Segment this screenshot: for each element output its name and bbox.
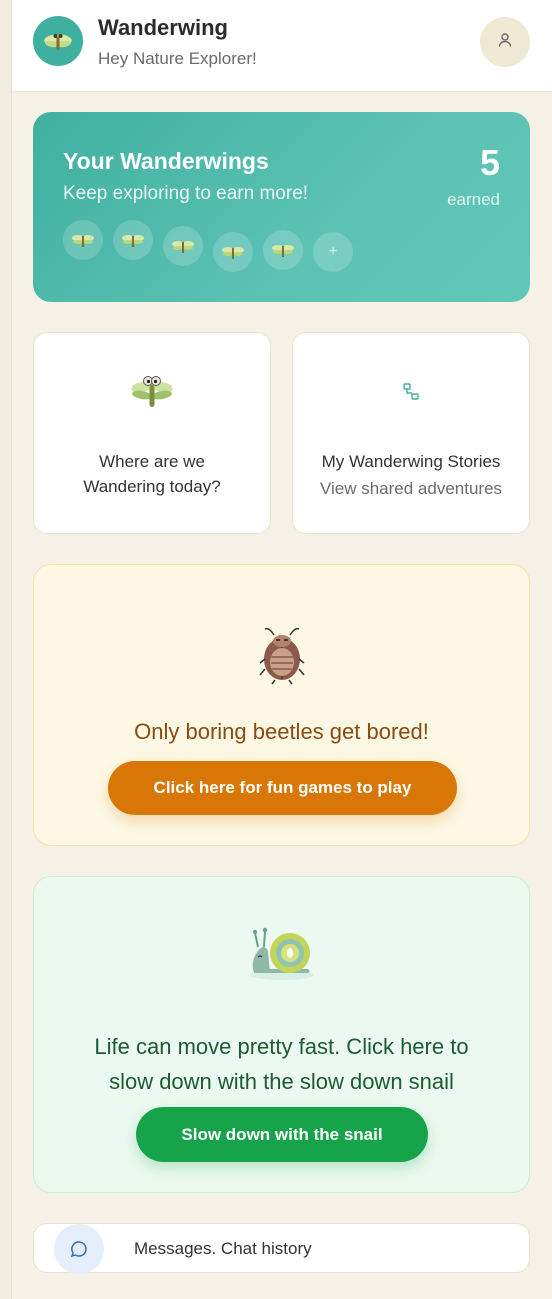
plus-icon: + [328, 243, 338, 260]
add-wanderwing-slot: + [313, 232, 353, 272]
beetle-icon [34, 625, 529, 685]
stories-subtitle: View shared adventures [319, 479, 503, 498]
app-title: Wanderwing [98, 15, 228, 40]
snail-message: Life can move pretty fast. Click here to… [94, 1034, 469, 1094]
wanderwings-card: Your Wanderwings Keep exploring to earn … [33, 112, 530, 302]
fun-games-button[interactable]: Click here for fun games to play [108, 761, 457, 815]
wanderwings-title: Your Wanderwings [63, 148, 269, 174]
wanderwing-badge [113, 220, 153, 260]
wanderwings-count: 5 [479, 142, 500, 183]
wanderwing-badge [163, 226, 203, 266]
user-icon [497, 32, 513, 53]
app-page: Wanderwing Hey Nature Explorer! Your Wan… [0, 0, 552, 1299]
chat-bubble-icon [54, 1224, 104, 1274]
messages-bar[interactable]: Messages. Chat history [33, 1223, 530, 1274]
header: Wanderwing Hey Nature Explorer! [12, 0, 552, 92]
beetle-message: Only boring beetles get bored! [134, 719, 429, 744]
wander-today-label: Where are we Wandering today? [83, 452, 221, 496]
dragonfly-icon [33, 16, 83, 66]
slow-down-snail-button[interactable]: Slow down with the snail [136, 1107, 428, 1162]
snail-icon [34, 921, 529, 983]
wanderwings-subtitle: Keep exploring to earn more! [63, 183, 309, 204]
slow-down-snail-card: Life can move pretty fast. Click here to… [33, 876, 530, 1193]
stories-label: My Wanderwing Stories [321, 452, 501, 471]
profile-button[interactable] [480, 17, 530, 67]
left-rail [0, 0, 12, 1299]
messages-label: Messages. Chat history [134, 1239, 312, 1258]
wander-today-tile[interactable]: Where are we Wandering today? [33, 332, 271, 534]
beetle-games-card: Only boring beetles get bored! Click her… [33, 564, 530, 846]
dragonfly-icon [34, 373, 270, 409]
link-nodes-icon [293, 383, 529, 401]
wanderwing-stories-tile[interactable]: My Wanderwing Stories View shared advent… [292, 332, 530, 534]
wanderwings-earned-label: earned [447, 190, 500, 209]
wanderwing-badge [263, 230, 303, 270]
greeting-text: Hey Nature Explorer! [98, 49, 257, 68]
wanderwing-badge [213, 232, 253, 272]
wanderwing-badge [63, 220, 103, 260]
